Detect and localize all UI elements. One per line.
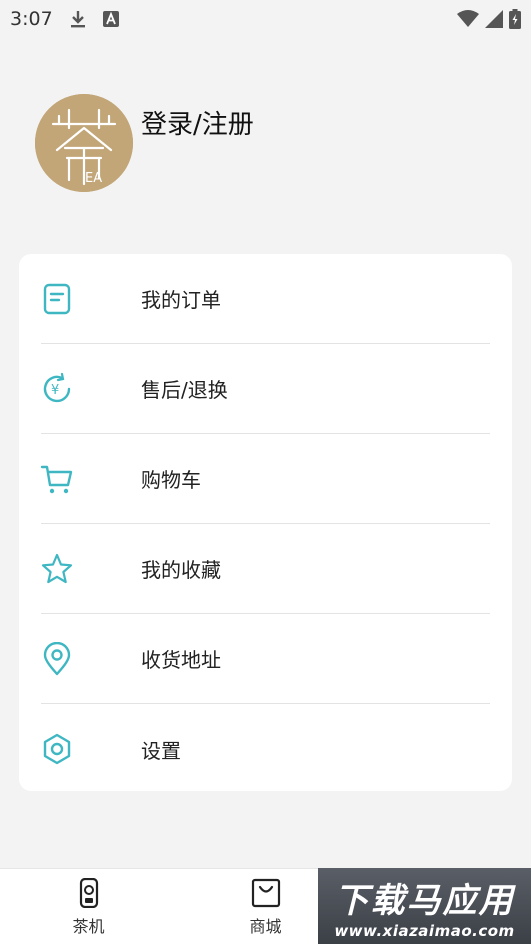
watermark-title: 下载马应用 [334,880,515,921]
menu-item-cart[interactable]: 购物车 [39,434,490,524]
tea-logo: EA [35,94,133,192]
location-icon [39,641,75,677]
tea-machine-icon [74,877,104,908]
menu-label: 购物车 [141,468,201,492]
nav-label: 商城 [249,916,282,936]
profile-header[interactable]: EA 登录/注册 [35,94,254,192]
menu-item-settings[interactable]: 设置 [41,704,490,794]
menu-label: 收货地址 [141,648,221,672]
star-icon [39,551,75,587]
refund-icon: ¥ [39,371,75,407]
menu-item-orders[interactable]: 我的订单 [41,254,490,344]
menu-label: 我的收藏 [141,558,221,582]
avatar[interactable]: EA [35,94,133,192]
svg-text:¥: ¥ [51,383,59,398]
svg-text:EA: EA [85,171,102,186]
shopping-bag-icon [251,878,281,908]
font-a-icon [102,11,119,27]
signal-icon [485,10,503,28]
menu-item-favorites[interactable]: 我的收藏 [41,524,490,614]
watermark: 下载马应用 www.xiazaimao.com [318,868,531,944]
login-register-link[interactable]: 登录/注册 [141,104,254,141]
nav-tea-machine[interactable]: 茶机 [0,869,177,944]
watermark-url: www.xiazaimao.com [334,921,515,940]
status-bar: 3:07 [0,0,531,38]
menu-item-address[interactable]: 收货地址 [41,614,490,704]
cart-icon [39,461,75,497]
wifi-icon [457,10,479,28]
menu-label: 售后/退换 [141,378,228,402]
menu-label: 我的订单 [141,288,221,312]
nav-label: 茶机 [72,916,105,936]
menu-item-refund[interactable]: ¥ 售后/退换 [41,344,490,434]
status-time: 3:07 [10,8,53,30]
battery-icon [509,9,521,29]
settings-icon [39,731,75,767]
download-icon [69,9,87,29]
menu-label: 设置 [141,738,181,763]
menu-card: 我的订单 ¥ 售后/退换 购物车 我的收藏 收货地址 设置 [19,254,512,791]
order-icon [39,281,75,317]
